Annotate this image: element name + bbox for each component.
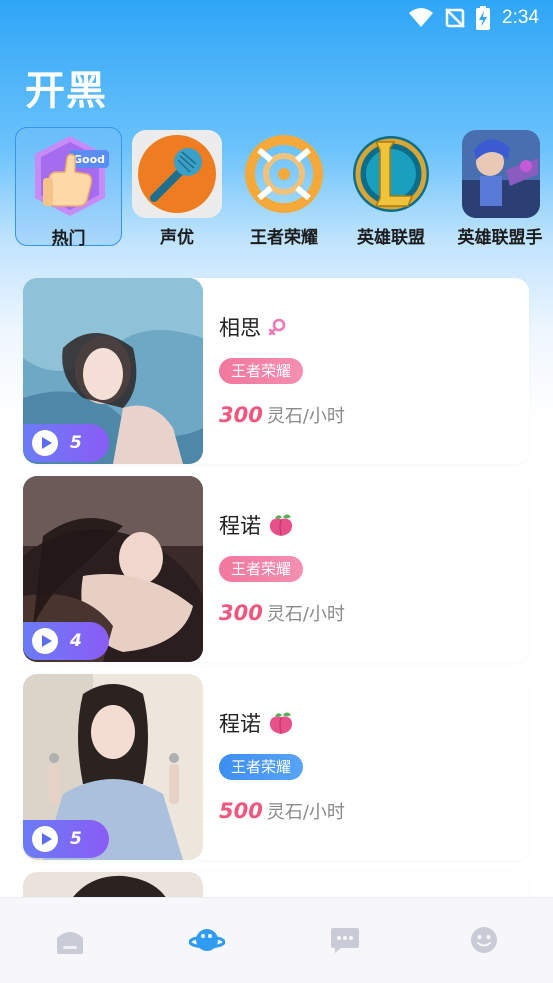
voice-play-button[interactable]: 4 [23,622,109,660]
play-count: 5 [70,829,82,849]
svg-text:Good: Good [73,153,105,166]
category-honor-of-kings[interactable]: 王者荣耀 [229,127,339,248]
category-hot[interactable]: Good 热门 [15,127,122,249]
microphone-icon [132,130,222,218]
game-tag: 王者荣耀 [219,754,304,780]
price-unit: 灵石/小时 [266,802,345,823]
game-tag: 王者荣耀 [219,358,304,384]
status-bar: 2:34 [0,0,553,38]
home-icon [57,932,83,954]
player-photo: 5 [23,278,203,464]
no-signal-icon [445,8,465,28]
nav-home[interactable] [52,924,88,956]
player-name-text: 相思 [219,316,261,340]
chat-bubble-icon [331,928,359,953]
price: 500 灵石/小时 [219,798,345,824]
price: 300 灵石/小时 [219,402,345,428]
player-name-text: 程诺 [219,712,261,736]
wifi-icon [409,8,434,27]
status-time: 2:34 [502,7,539,28]
peach-icon [269,712,293,734]
bottom-nav [0,897,553,983]
play-count: 4 [70,631,82,651]
lol-mobile-game-icon [462,130,540,218]
thumbs-up-good-icon: Good [25,132,115,220]
player-name: 相思 [219,312,287,342]
play-icon [32,628,58,654]
price-unit: 灵石/小时 [266,604,345,625]
nav-profile[interactable] [466,924,502,956]
play-icon [32,826,58,852]
category-league-of-legends[interactable]: 英雄联盟 [336,127,446,248]
peach-icon [269,514,293,536]
voice-play-button[interactable]: 5 [23,820,109,858]
game-tag: 王者荣耀 [219,556,304,582]
battery-charging-icon [476,6,491,30]
category-voice-actor[interactable]: 声优 [122,127,232,248]
player-photo: 4 [23,476,203,662]
smiley-icon [471,927,497,953]
player-card[interactable]: 4 程诺 王者荣耀 300 灵石/小时 [23,476,529,662]
category-lol-mobile[interactable]: 英雄联盟手 [445,127,553,248]
status-icons: 2:34 [408,6,539,30]
play-count: 5 [70,433,82,453]
female-symbol-icon [268,318,286,336]
price-value: 300 [219,601,263,625]
player-name: 程诺 [219,510,295,540]
player-card[interactable]: 5 相思 王者荣耀 300 灵石/小时 [23,278,529,464]
honor-of-kings-logo-icon [239,130,329,218]
nav-discover[interactable] [188,924,226,956]
price-unit: 灵石/小时 [266,406,345,427]
price-value: 500 [219,799,263,823]
page-title: 开黑 [25,68,107,114]
price: 300 灵石/小时 [219,600,345,626]
player-photo: 5 [23,674,203,860]
voice-play-button[interactable]: 5 [23,424,109,462]
player-name-text: 程诺 [219,514,261,538]
player-name: 程诺 [219,708,295,738]
league-of-legends-logo-icon [346,130,436,218]
category-label: 英雄联盟手 [457,228,543,248]
nav-messages[interactable] [327,924,363,956]
planet-icon [188,929,226,951]
category-row: Good 热门 声优 王者荣耀 英雄联盟 英雄联盟手 [0,127,553,251]
price-value: 300 [219,403,263,427]
player-card[interactable]: 5 程诺 王者荣耀 500 灵石/小时 [23,674,529,860]
play-icon [32,430,58,456]
